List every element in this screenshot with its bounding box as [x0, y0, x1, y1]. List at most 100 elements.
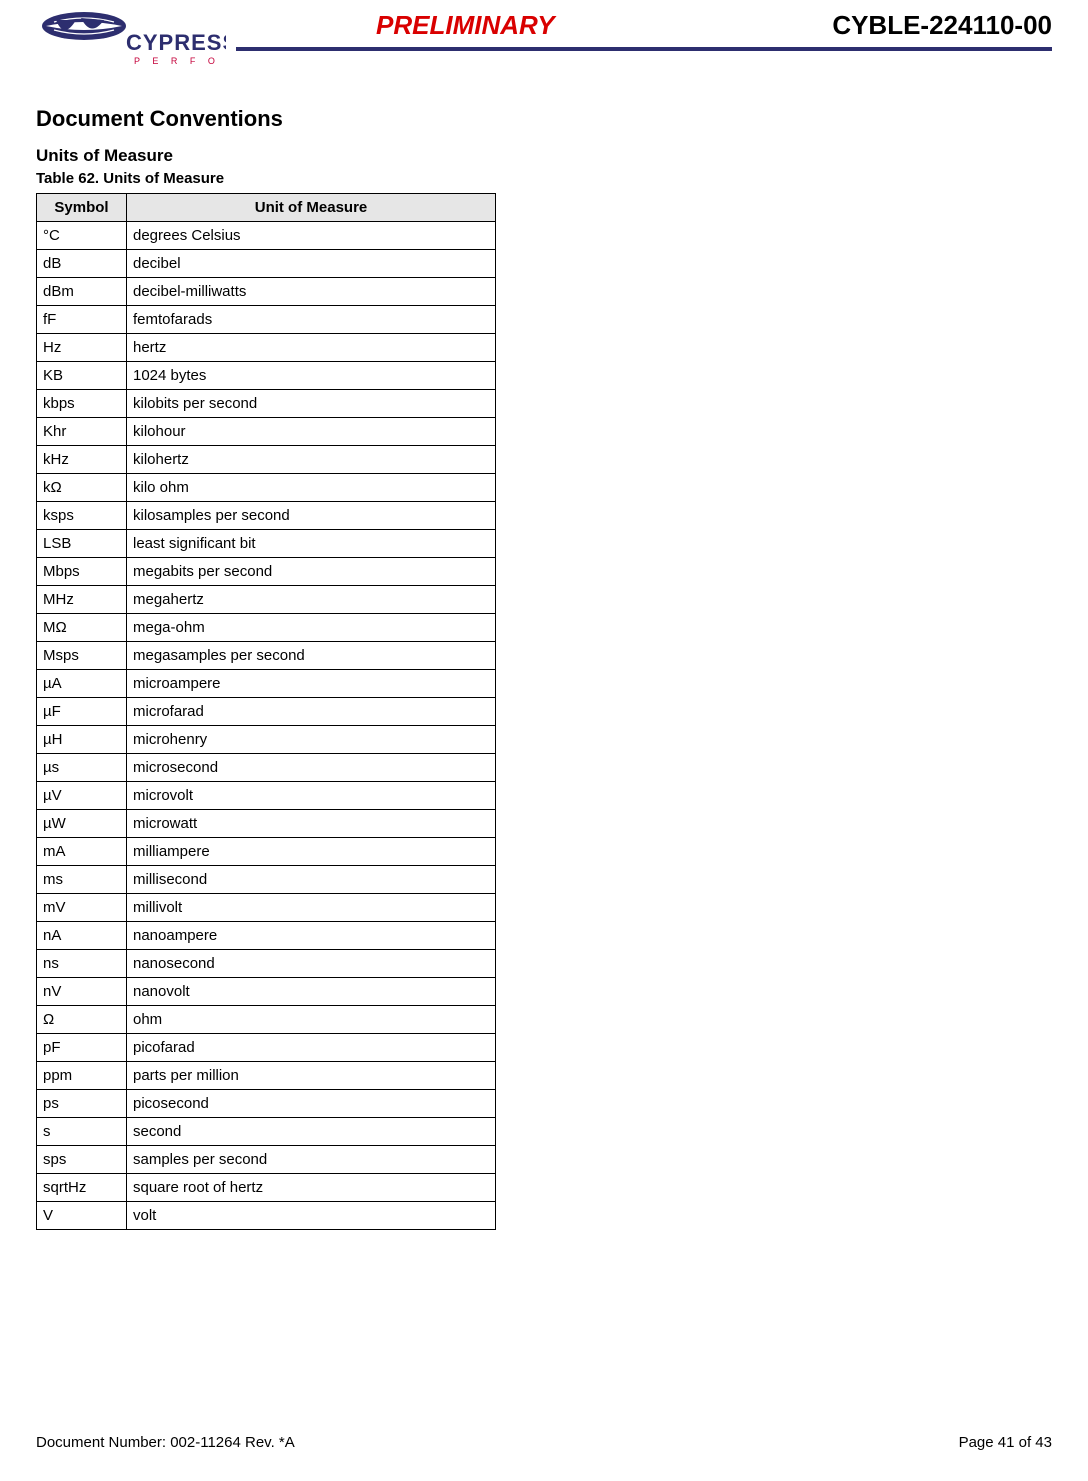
cell-symbol: kbps	[37, 390, 127, 418]
cell-unit: hertz	[127, 334, 496, 362]
table-row: µFmicrofarad	[37, 698, 496, 726]
cell-symbol: µA	[37, 670, 127, 698]
table-row: kΩkilo ohm	[37, 474, 496, 502]
cell-unit: megasamples per second	[127, 642, 496, 670]
col-header-unit: Unit of Measure	[127, 194, 496, 222]
cell-symbol: Ω	[37, 1006, 127, 1034]
cell-unit: microfarad	[127, 698, 496, 726]
table-row: nVnanovolt	[37, 978, 496, 1006]
cell-symbol: ms	[37, 866, 127, 894]
cell-unit: nanosecond	[127, 950, 496, 978]
cell-symbol: MHz	[37, 586, 127, 614]
cell-unit: kilobits per second	[127, 390, 496, 418]
cell-unit: samples per second	[127, 1146, 496, 1174]
table-row: Hzhertz	[37, 334, 496, 362]
cell-symbol: kHz	[37, 446, 127, 474]
cell-symbol: mA	[37, 838, 127, 866]
table-row: µVmicrovolt	[37, 782, 496, 810]
cell-unit: 1024 bytes	[127, 362, 496, 390]
cell-unit: least significant bit	[127, 530, 496, 558]
cell-symbol: nA	[37, 922, 127, 950]
cell-unit: decibel	[127, 250, 496, 278]
cypress-logo-icon: CYPRESS P E R F O R M	[36, 10, 226, 74]
page-footer: Document Number: 002-11264 Rev. *A Page …	[36, 1424, 1052, 1451]
cell-symbol: ns	[37, 950, 127, 978]
cell-symbol: dBm	[37, 278, 127, 306]
cell-symbol: °C	[37, 222, 127, 250]
table-body: °Cdegrees CelsiusdBdecibeldBmdecibel-mil…	[37, 222, 496, 1230]
table-row: mVmillivolt	[37, 894, 496, 922]
cell-symbol: µV	[37, 782, 127, 810]
part-number: CYBLE-224110-00	[832, 10, 1052, 41]
table-row: KB1024 bytes	[37, 362, 496, 390]
table-row: µAmicroampere	[37, 670, 496, 698]
cell-symbol: mV	[37, 894, 127, 922]
preliminary-label: PRELIMINARY	[376, 10, 555, 41]
table-row: Vvolt	[37, 1202, 496, 1230]
table-row: MΩmega-ohm	[37, 614, 496, 642]
col-header-symbol: Symbol	[37, 194, 127, 222]
cell-symbol: µW	[37, 810, 127, 838]
table-row: msmillisecond	[37, 866, 496, 894]
table-row: °Cdegrees Celsius	[37, 222, 496, 250]
logo-tagline-text: P E R F O R M	[134, 56, 226, 66]
cell-unit: mega-ohm	[127, 614, 496, 642]
cell-symbol: Mbps	[37, 558, 127, 586]
doc-number: Document Number: 002-11264 Rev. *A	[36, 1434, 295, 1451]
cell-symbol: Hz	[37, 334, 127, 362]
table-row: sqrtHzsquare root of hertz	[37, 1174, 496, 1202]
cell-symbol: ksps	[37, 502, 127, 530]
table-row: fFfemtofarads	[37, 306, 496, 334]
cell-symbol: Msps	[37, 642, 127, 670]
table-row: MHzmegahertz	[37, 586, 496, 614]
cell-symbol: Khr	[37, 418, 127, 446]
cell-unit: square root of hertz	[127, 1174, 496, 1202]
cell-unit: microhenry	[127, 726, 496, 754]
table-row: pFpicofarad	[37, 1034, 496, 1062]
cell-unit: second	[127, 1118, 496, 1146]
cell-unit: nanovolt	[127, 978, 496, 1006]
table-row: dBdecibel	[37, 250, 496, 278]
cell-unit: milliampere	[127, 838, 496, 866]
cell-symbol: ps	[37, 1090, 127, 1118]
table-row: kHzkilohertz	[37, 446, 496, 474]
content-area: Document Conventions Units of Measure Ta…	[36, 80, 1052, 1424]
table-row: nsnanosecond	[37, 950, 496, 978]
cell-unit: microampere	[127, 670, 496, 698]
page-header: CYPRESS P E R F O R M PRELIMINARY CYBLE-…	[36, 10, 1052, 80]
page: CYPRESS P E R F O R M PRELIMINARY CYBLE-…	[0, 0, 1088, 1481]
cell-unit: kilo ohm	[127, 474, 496, 502]
cell-symbol: MΩ	[37, 614, 127, 642]
cell-unit: degrees Celsius	[127, 222, 496, 250]
company-logo: CYPRESS P E R F O R M	[36, 10, 226, 74]
table-row: pspicosecond	[37, 1090, 496, 1118]
units-table: Symbol Unit of Measure °Cdegrees Celsius…	[36, 193, 496, 1230]
table-header-row: Symbol Unit of Measure	[37, 194, 496, 222]
table-row: µHmicrohenry	[37, 726, 496, 754]
cell-unit: millivolt	[127, 894, 496, 922]
cell-symbol: µs	[37, 754, 127, 782]
table-row: ssecond	[37, 1118, 496, 1146]
header-titles: PRELIMINARY CYBLE-224110-00	[236, 10, 1052, 47]
cell-unit: picofarad	[127, 1034, 496, 1062]
cell-unit: ohm	[127, 1006, 496, 1034]
section-title: Document Conventions	[36, 106, 1052, 132]
cell-unit: megabits per second	[127, 558, 496, 586]
table-row: kspskilosamples per second	[37, 502, 496, 530]
cell-unit: kilohour	[127, 418, 496, 446]
cell-symbol: V	[37, 1202, 127, 1230]
cell-symbol: µH	[37, 726, 127, 754]
cell-unit: decibel-milliwatts	[127, 278, 496, 306]
cell-symbol: sps	[37, 1146, 127, 1174]
cell-unit: megahertz	[127, 586, 496, 614]
cell-unit: femtofarads	[127, 306, 496, 334]
cell-symbol: KB	[37, 362, 127, 390]
table-row: mAmilliampere	[37, 838, 496, 866]
cell-symbol: sqrtHz	[37, 1174, 127, 1202]
cell-unit: nanoampere	[127, 922, 496, 950]
table-row: µsmicrosecond	[37, 754, 496, 782]
table-row: kbpskilobits per second	[37, 390, 496, 418]
cell-unit: picosecond	[127, 1090, 496, 1118]
cell-symbol: nV	[37, 978, 127, 1006]
cell-symbol: fF	[37, 306, 127, 334]
